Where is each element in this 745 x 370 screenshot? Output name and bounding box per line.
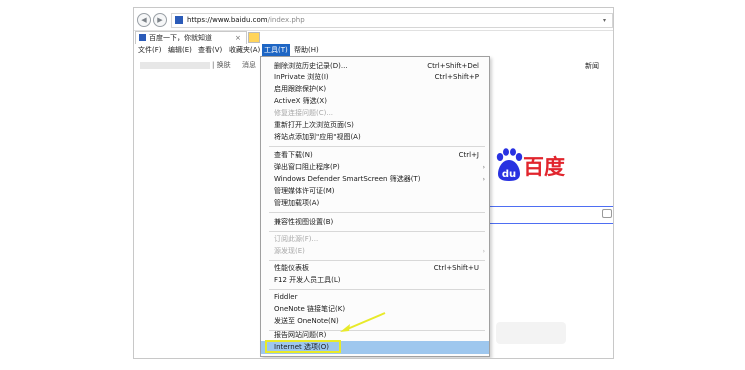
annotation-arrow-icon	[340, 312, 386, 332]
